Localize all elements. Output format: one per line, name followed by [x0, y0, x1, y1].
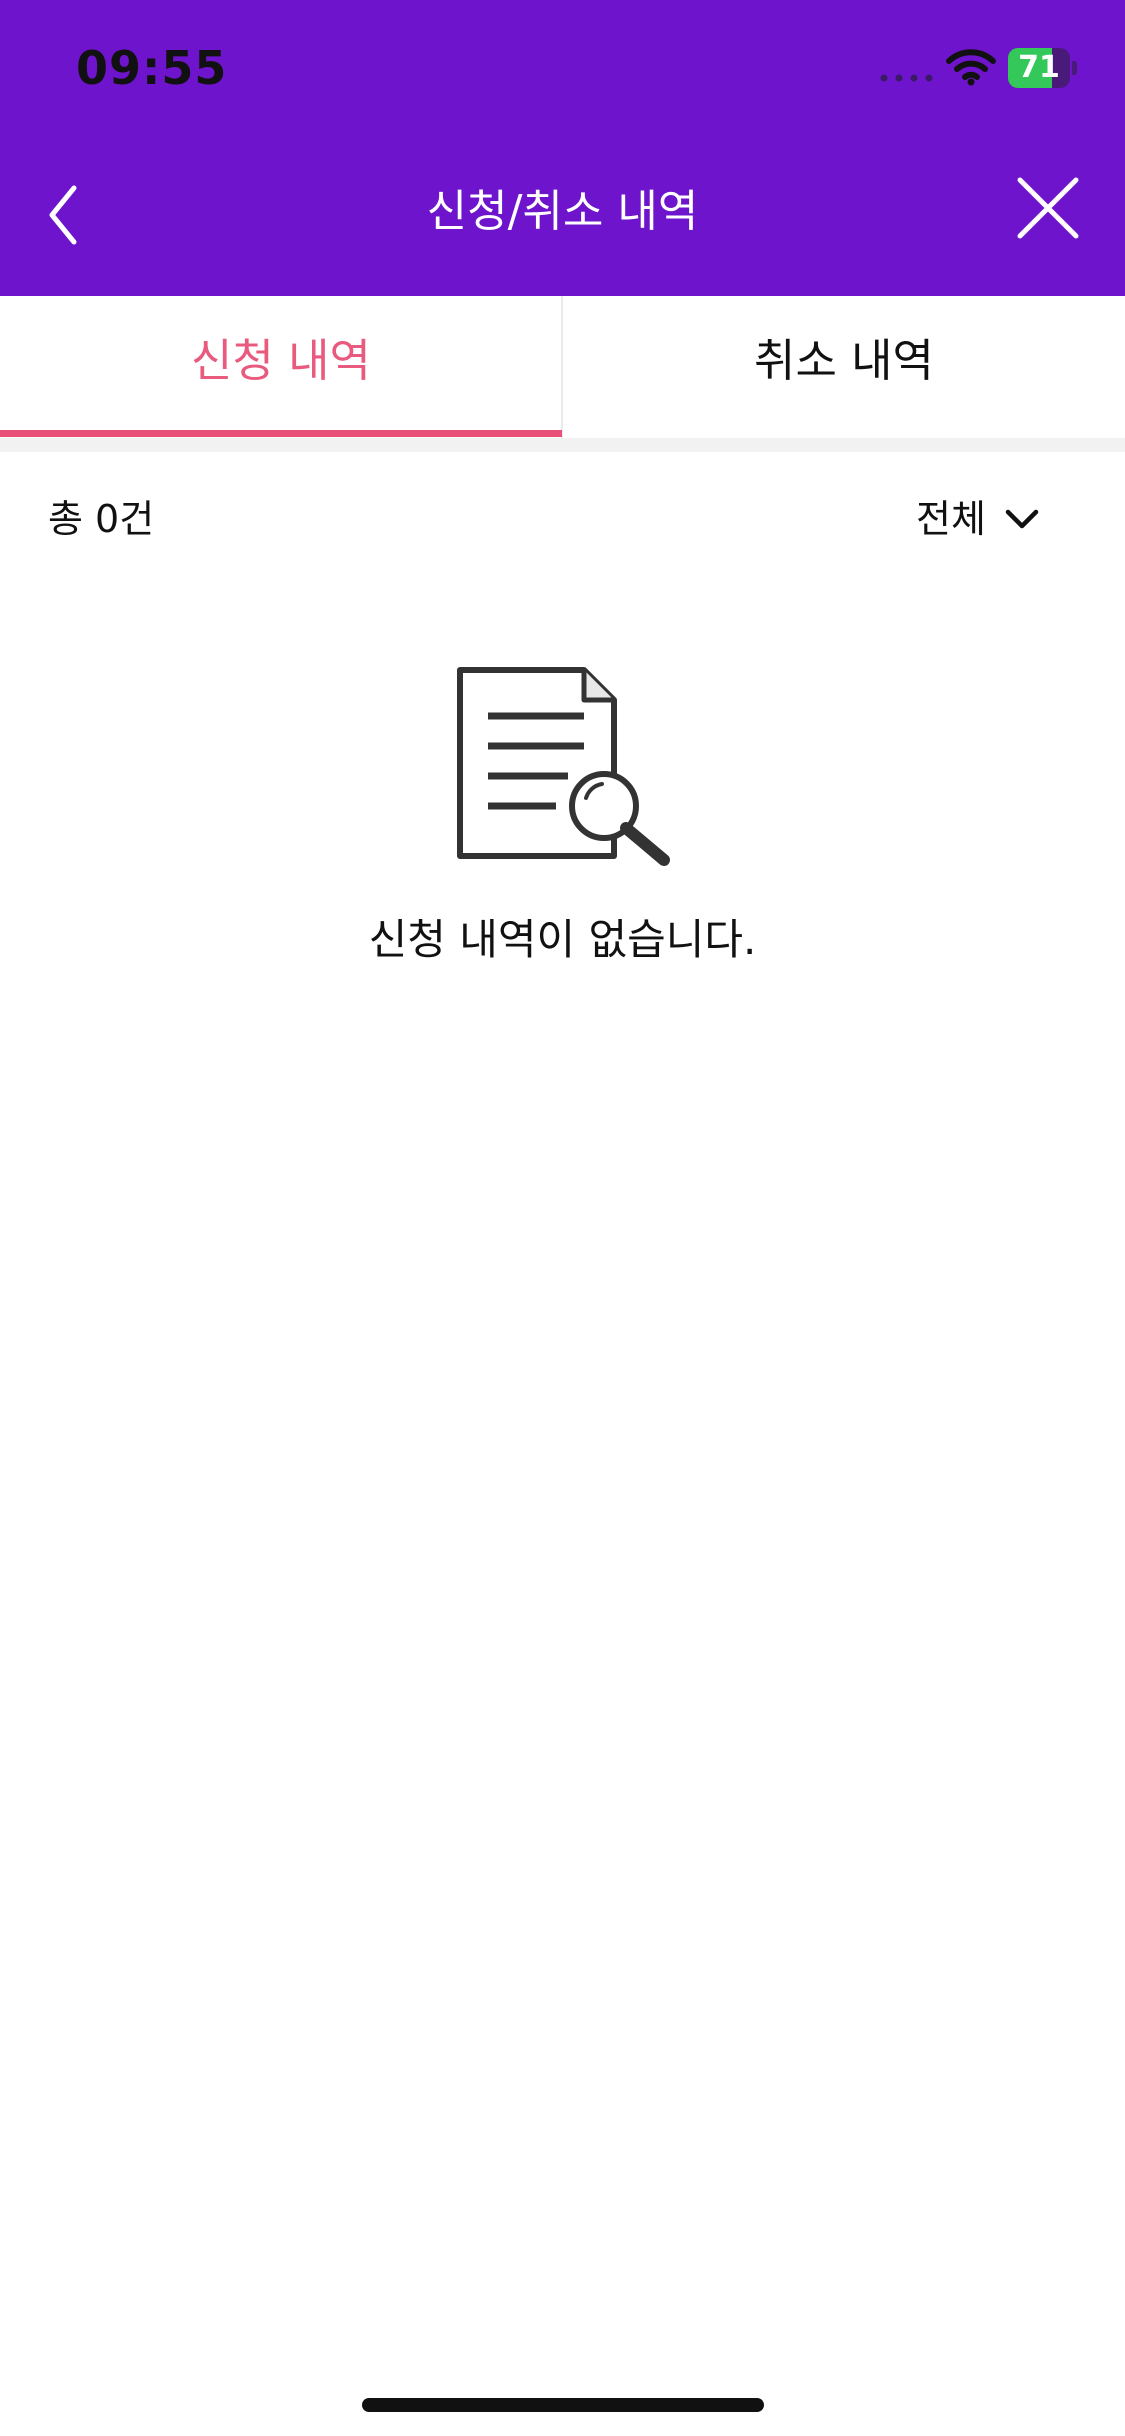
tab-bar: 신청 내역 취소 내역: [0, 296, 1125, 438]
filter-label: 전체: [916, 497, 986, 541]
total-count: 총 0건: [48, 497, 155, 541]
wifi-icon: [946, 49, 996, 86]
app-header: 09:55 71 신청/취소 내역: [0, 0, 1125, 296]
tab-apply-history[interactable]: 신청 내역: [0, 296, 562, 438]
home-indicator[interactable]: [362, 2398, 764, 2412]
status-time: 09:55: [76, 41, 228, 95]
active-tab-indicator: [0, 430, 562, 437]
battery-level: 71: [1018, 50, 1060, 85]
chevron-down-icon: [1005, 509, 1039, 529]
signal-dots-icon: [880, 74, 933, 82]
close-icon[interactable]: [1012, 172, 1084, 244]
section-divider: [0, 438, 1125, 452]
page-title: 신청/취소 내역: [426, 186, 699, 237]
tab-cancel-history[interactable]: 취소 내역: [563, 296, 1125, 438]
empty-message: 신청 내역이 없습니다.: [368, 915, 757, 964]
filter-dropdown[interactable]: 전체: [916, 494, 1040, 544]
battery-charging-icon: 71: [1008, 48, 1078, 88]
document-search-icon: [457, 667, 670, 866]
